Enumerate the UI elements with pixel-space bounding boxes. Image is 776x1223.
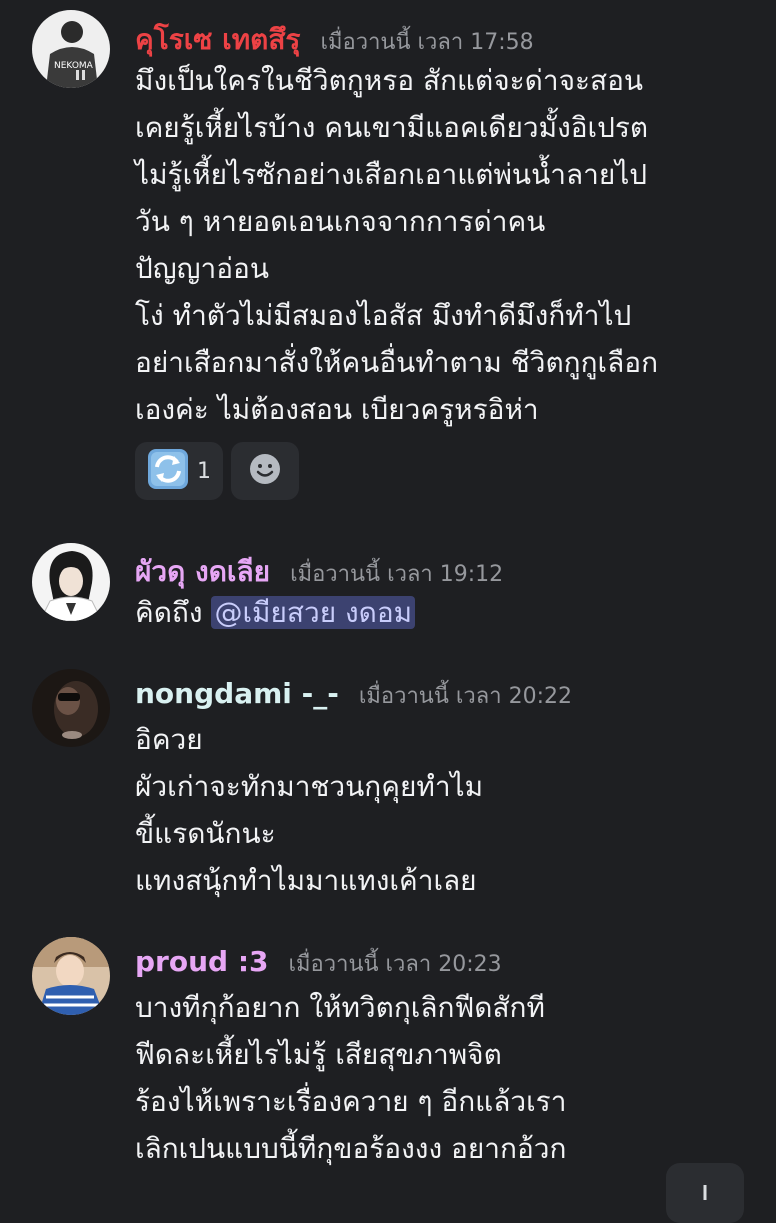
message-content: อิควย ผัวเก่าจะทักมาชวนกุคุยทำไม ขี้แรดน…	[135, 716, 483, 904]
repeat-arrows-emoji-icon	[147, 448, 189, 494]
message-timestamp: เมื่อวานนี้ เวลา 20:23	[288, 952, 502, 977]
message-line: คิดถึง @เมียสวย งดอม	[135, 589, 416, 636]
message-line: ผัวเก่าจะทักมาชวนกุคุยทำไม	[135, 770, 484, 803]
message-line: ไม่รู้เหี้ยไรซักอย่างเสือกเอาแต่พ่นน้ำลา…	[135, 158, 648, 191]
message-timestamp: เมื่อวานนี้ เวลา 17:58	[320, 30, 534, 55]
message-line: มึงเป็นใครในชีวิตกูหรอ สักแต่จะด่าจะสอน	[135, 64, 644, 97]
svg-text:NEKOMA: NEKOMA	[54, 61, 94, 71]
message-line: วัน ๆ หายอดเอนเกจจากการด่าคน	[135, 205, 546, 238]
avatar[interactable]: NEKOMA	[32, 10, 110, 88]
message-line: โง่ ทำตัวไม่มีสมองไอสัส มึงทำดีมึงก็ทำไป	[135, 299, 632, 332]
message-line: ขี้แรดนักนะ	[135, 817, 276, 850]
smiley-face-icon	[248, 452, 282, 490]
author-name[interactable]: proud :3	[135, 945, 269, 978]
message-line: ฟีดละเหี้ยไรไม่รู้ เสียสุขภาพจิต	[135, 1038, 502, 1071]
message-line: แทงสนุ้กทำไมมาแทงเค้าเลย	[135, 864, 477, 897]
reaction-button[interactable]: 1	[135, 442, 223, 500]
reaction-count: 1	[197, 458, 211, 484]
avatar[interactable]	[32, 543, 110, 621]
user-mention[interactable]: @เมียสวย งดอม	[211, 596, 416, 629]
message-line: เคยรู้เหี้ยไรบ้าง คนเขามีแอคเดียวมั้งอิเ…	[135, 111, 649, 144]
message-line: ร้องไห้เพราะเรื่องควาย ๆ อีกแล้วเรา	[135, 1085, 567, 1118]
reactions-bar: 1	[135, 442, 299, 500]
add-reaction-button[interactable]	[231, 442, 299, 500]
message-line: เลิกเปนแบบนี้ทีกุขอร้องงง อยากอ้วก	[135, 1132, 567, 1165]
message-text: คิดถึง	[135, 596, 212, 629]
message-line: ปัญญาอ่อน	[135, 252, 269, 285]
message-line: อิควย	[135, 723, 203, 756]
author-name[interactable]: คุโรเซ เทตสึรุ	[135, 18, 300, 62]
message-content: คิดถึง @เมียสวย งดอม	[135, 589, 416, 636]
message-content: บางทีกุก้อยาก ให้ทวิตกุเลิกฟีดสักที ฟีดล…	[135, 984, 566, 1172]
avatar[interactable]	[32, 669, 110, 747]
message-content: มึงเป็นใครในชีวิตกูหรอ สักแต่จะด่าจะสอน …	[135, 57, 658, 433]
message-line: อย่าเสือกมาสั่งให้คนอื่นทำตาม ชีวิตกูกูเ…	[135, 346, 659, 379]
message-timestamp: เมื่อวานนี้ เวลา 19:12	[290, 562, 504, 587]
message-line: เองค่ะ ไม่ต้องสอน เบียวครูหรอิห่า	[135, 393, 539, 426]
message-timestamp: เมื่อวานนี้ เวลา 20:22	[358, 684, 572, 709]
message-line: บางทีกุก้อยาก ให้ทวิตกุเลิกฟีดสักที	[135, 991, 545, 1024]
author-name[interactable]: ผัวดุ งดเลีย	[135, 550, 270, 594]
jump-to-present-button[interactable]	[666, 1163, 744, 1223]
avatar[interactable]	[32, 937, 110, 1015]
author-name[interactable]: nongdami -_-	[135, 677, 339, 710]
